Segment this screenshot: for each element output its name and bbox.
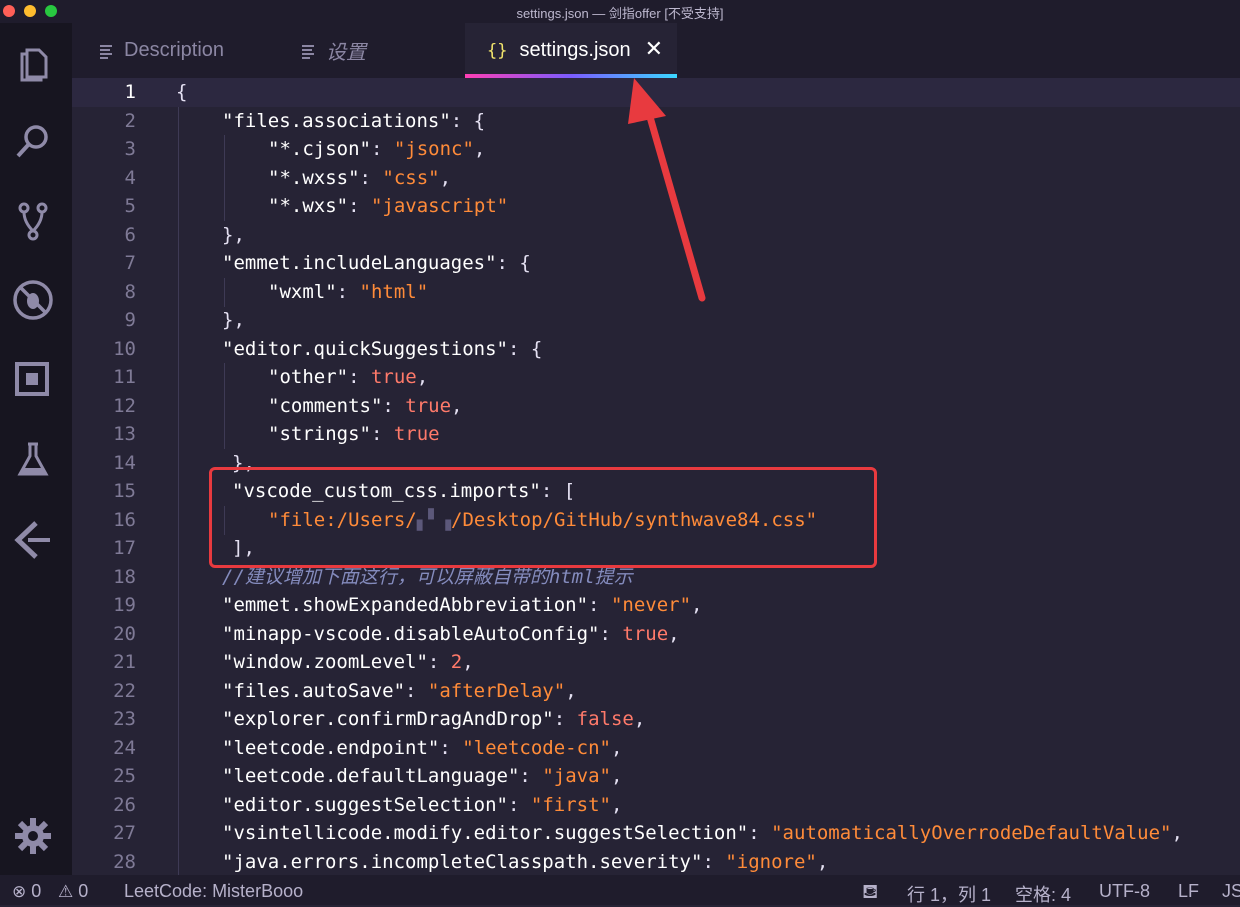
extensions-icon[interactable] — [10, 356, 56, 402]
tab-settings[interactable]: 设置 — [300, 23, 366, 78]
tab-label: Description — [124, 39, 225, 61]
indentation[interactable]: 空格: 4 — [1015, 881, 1071, 907]
end-of-line[interactable]: LF — [1178, 881, 1199, 902]
code-line: 8 "wxml": "html" — [124, 280, 429, 303]
code-line: 24 "leetcode.endpoint": "leetcode-cn", — [113, 736, 623, 759]
warning-icon: ⚠ — [58, 882, 74, 901]
errors-indicator[interactable]: ⊗ 0 — [12, 881, 41, 902]
tab-description[interactable]: Description — [98, 23, 224, 78]
title-bar: settings.json — 剑指offer [不受支持] — [0, 0, 1240, 23]
error-icon: ⊗ — [12, 882, 27, 901]
feedback-icon[interactable]: ⛾ — [862, 881, 878, 906]
tab-label: settings.json — [519, 39, 631, 61]
code-line: 2 "files.associations": { — [124, 109, 486, 132]
code-line: 26 "editor.suggestSelection": "first", — [113, 793, 623, 816]
code-line: 9}, — [124, 309, 245, 331]
language-mode[interactable]: JS — [1222, 881, 1240, 902]
code-line: 20 "minapp-vscode.disableAutoConfig": tru… — [113, 622, 680, 645]
annotation-highlight-box — [209, 467, 877, 568]
warning-count: 0 — [78, 881, 89, 901]
close-icon[interactable]: ✕ — [645, 36, 663, 62]
code-line: 11 "other": true, — [113, 366, 429, 388]
error-count: 0 — [31, 881, 42, 901]
leetcode-icon[interactable] — [10, 517, 56, 563]
code-line: 23 "explorer.confirmDragAndDrop": false, — [113, 708, 646, 730]
search-icon[interactable] — [10, 119, 56, 165]
code-line: 3 "*.cjson": "jsonc", — [124, 138, 486, 160]
window-title: settings.json — 剑指offer [不受支持] — [516, 6, 724, 21]
status-bar: ⊗ 0 ⚠ 0 LeetCode: MisterBooo ⛾ 行 1，列 1 空… — [0, 875, 1240, 905]
code-line: 5 "*.wxs": "javascript" — [124, 195, 509, 217]
code-line: 13 "strings": true — [113, 423, 440, 445]
debug-icon[interactable] — [10, 277, 56, 323]
encoding[interactable]: UTF-8 — [1099, 881, 1150, 902]
explorer-icon[interactable] — [10, 42, 56, 88]
code-line: 25 "leetcode.defaultLanguage": "java", — [113, 765, 623, 787]
tab-settings-json[interactable]: {} settings.json ✕ — [465, 23, 677, 78]
code-line: 6}, — [124, 223, 245, 246]
code-line: 21 "window.zoomLevel": 2, — [113, 651, 474, 673]
code-line: 4 "*.wxss": "css", — [124, 166, 452, 189]
document-lines-icon — [302, 44, 314, 59]
activity-bar — [0, 23, 72, 875]
code-line: 22 "files.autoSave": "afterDelay", — [113, 679, 577, 702]
leetcode-account[interactable]: LeetCode: MisterBooo — [124, 881, 303, 902]
tab-bar: Description 设置 {} settings.json ✕ — [72, 23, 1240, 78]
gear-icon[interactable] — [10, 813, 56, 859]
document-lines-icon — [100, 44, 112, 59]
test-flask-icon[interactable] — [10, 436, 56, 482]
code-line: 7 "emmet.includeLanguages": { — [124, 252, 531, 274]
source-control-icon[interactable] — [10, 198, 56, 244]
json-braces-icon: {} — [487, 40, 508, 61]
code-line: 12 "comments": true, — [113, 394, 463, 417]
code-line: 10 "editor.quickSuggestions": { — [113, 337, 543, 360]
code-line: 19 "emmet.showExpandedAbbreviation": "nev… — [113, 594, 703, 616]
warnings-indicator[interactable]: ⚠ 0 — [58, 881, 88, 902]
tab-label: 设置 — [326, 42, 366, 64]
cursor-position[interactable]: 行 1，列 1 — [907, 881, 991, 907]
code-line: 1{ — [72, 78, 1240, 107]
code-line: 28 "java.errors.incompleteClasspath.sever… — [113, 850, 829, 873]
code-line: 27 "vsintellicode.modify.editor.suggestSe… — [113, 822, 1183, 844]
